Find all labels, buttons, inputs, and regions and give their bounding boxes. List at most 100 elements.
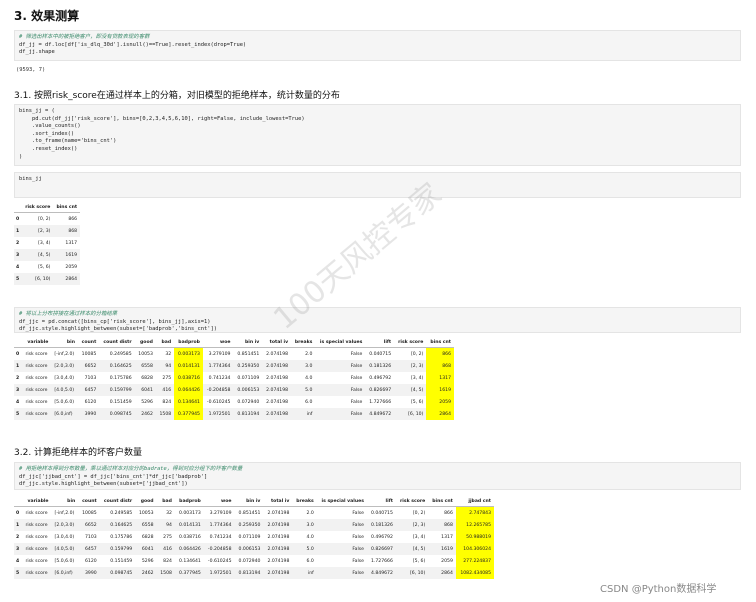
table-cell: 0.151459 xyxy=(110,558,133,564)
table-cell: 0.040715 xyxy=(369,351,392,357)
row-index: 3 xyxy=(14,384,23,396)
column-header: breaks xyxy=(291,338,316,348)
row-index: 1 xyxy=(14,360,23,372)
code-editor[interactable]: bins_jj xyxy=(15,173,740,187)
code-cell-filter[interactable]: # 筛选出样本中的被拒绝客户，即没有贷款表现的客群 df_jj = df.loc… xyxy=(14,30,741,61)
table-cell: 0.098745 xyxy=(99,408,135,420)
table-cell: 6120 xyxy=(84,399,97,405)
table-header-row: variable bin count count distr good bad badpro… xyxy=(14,497,494,507)
table-cell: 416 xyxy=(156,543,175,555)
table-cell: 2.074198 xyxy=(267,534,290,540)
table-cell: 824 xyxy=(162,399,172,405)
code-cell-jjbad[interactable]: # 用拒绝样本得到分布数量，乘以通过样本对应分的badrate，得到对应分组下的… xyxy=(14,462,741,490)
table-cell: False xyxy=(350,351,363,357)
table-cell: 2864 xyxy=(53,273,81,285)
table-cell: 868 xyxy=(53,225,81,237)
table-cell: risk score xyxy=(22,384,52,396)
table-cell: 6457 xyxy=(78,384,100,396)
table-cell: -0.204858 xyxy=(203,543,235,555)
code-editor[interactable]: bins_jj = ( pd.cut(df_jj['risk_score'], … xyxy=(15,105,740,164)
highlighted-cell: 0.014131 xyxy=(174,360,203,372)
table-cell: 4.0 xyxy=(306,534,314,540)
table-cell: 10085 xyxy=(81,351,97,357)
table-cell: 2.0 xyxy=(305,351,313,357)
column-header: risk score xyxy=(395,497,429,507)
table-cell: [3.0,4.0) xyxy=(54,375,75,381)
highlighted-cell: 2.747843 xyxy=(455,506,494,519)
highlighted-cell: 0.064426 xyxy=(174,384,203,396)
table-cell: 1.972501 xyxy=(202,408,234,420)
table-cell: 2.074198 xyxy=(266,351,289,357)
row-index: 2 xyxy=(16,534,20,540)
highlighted-cell: 12.265785 xyxy=(455,519,494,531)
table-cell: 2462 xyxy=(134,408,156,420)
table-cell: risk score xyxy=(25,534,48,540)
table-cell: risk score xyxy=(25,375,48,381)
highlighted-cell: 1619 xyxy=(426,384,454,396)
code-cell-concat[interactable]: # 将以上分布拼接在通过样本的分箱结果 df_jjc = pd.concat([… xyxy=(14,307,741,333)
jjbad-output-table: variable bin count count distr good bad badpro… xyxy=(14,497,494,579)
table-cell: 275 xyxy=(163,534,172,540)
table-cell: 824 xyxy=(163,558,172,564)
table-cell: [5, 6) xyxy=(412,558,426,564)
highlighted-cell: 866 xyxy=(426,347,454,360)
table-cell: 3.0 xyxy=(292,519,317,531)
table-row: 2 risk score [3.0,4.0) 7103 0.175786 6828 275 0… xyxy=(14,531,494,543)
table-cell: 0.851451 xyxy=(238,510,261,516)
code-cell-show-bins[interactable]: bins_jj xyxy=(14,172,741,198)
table-cell: risk score xyxy=(22,543,52,555)
table-cell: 0.164625 xyxy=(99,519,136,531)
table-cell: 6.0 xyxy=(305,399,313,405)
table-cell: [5.0,6.0) xyxy=(54,399,75,405)
table-cell: 1317 xyxy=(65,240,78,246)
table-cell: 0.377945 xyxy=(174,567,204,579)
table-cell: 0.181326 xyxy=(366,519,396,531)
table-cell: 0.249585 xyxy=(110,510,133,516)
column-header: is special values xyxy=(315,338,366,348)
table-cell: [-inf,2.0) xyxy=(54,510,75,516)
code-cell-bins[interactable]: bins_jj = ( pd.cut(df_jj['risk_score'], … xyxy=(14,104,741,166)
bins-output-table: risk score bins cnt 0 [0, 2) 866 1 [2, 3) 868 2… xyxy=(14,203,81,285)
table-cell: 0.006153 xyxy=(234,543,264,555)
table-cell: [6, 10) xyxy=(394,408,427,420)
code-editor[interactable]: # 筛选出样本中的被拒绝客户，即没有贷款表现的客群 df_jj = df.loc… xyxy=(15,31,740,60)
table-cell: risk score xyxy=(22,408,52,420)
table-cell: False xyxy=(350,375,363,381)
table-cell: [3, 4) xyxy=(412,534,426,540)
code-line: bins_jj xyxy=(19,176,42,182)
table-cell: 0.003173 xyxy=(178,510,201,516)
table-cell: [3.0,4.0) xyxy=(54,534,75,540)
code-editor[interactable]: # 用拒绝样本得到分布数量，乘以通过样本对应分的badrate，得到对应分组下的… xyxy=(15,463,740,492)
column-header: bin xyxy=(51,338,79,348)
table-cell: risk score xyxy=(22,519,52,531)
table-cell: 5.0 xyxy=(292,543,317,555)
table-cell: inf xyxy=(292,567,317,579)
table-cell: 2059 xyxy=(65,264,78,270)
highlighted-cell: 1317 xyxy=(426,372,454,384)
column-header: woe xyxy=(202,338,234,348)
table-cell: [4.0,5.0) xyxy=(51,543,79,555)
table-cell: risk score xyxy=(25,399,48,405)
column-header: badprob xyxy=(174,338,203,348)
column-header: count distr xyxy=(99,497,136,507)
table-cell: 2.074198 xyxy=(266,375,289,381)
highlighted-cell: 1082.434085 xyxy=(455,567,494,579)
concat-output-table: variable bin count count distr good bad badpro… xyxy=(14,338,454,420)
table-cell: [5, 6) xyxy=(410,399,424,405)
code-editor[interactable]: # 将以上分布拼接在通过样本的分箱结果 df_jjc = pd.concat([… xyxy=(15,308,740,337)
table-cell: 0.851451 xyxy=(237,351,260,357)
table-cell: 0.175786 xyxy=(109,375,132,381)
table-cell: 0.014131 xyxy=(174,519,204,531)
table-cell: 0.249585 xyxy=(109,351,132,357)
code-line: .reset_index() xyxy=(19,145,78,152)
row-index: 2 xyxy=(16,240,20,246)
code-line: df_jjc.style.highlight_between(subset=['… xyxy=(19,481,188,488)
column-header: bin iv xyxy=(234,497,264,507)
table-row: 0 [0, 2) 866 xyxy=(14,213,80,226)
table-cell: 0.741234 xyxy=(209,534,232,540)
table-cell: 6558 xyxy=(134,360,156,372)
index-header xyxy=(14,497,23,507)
table-cell: 0.159799 xyxy=(99,384,135,396)
csdn-credit: CSDN @Python数据科学 xyxy=(600,584,717,595)
row-index: 3 xyxy=(14,249,23,261)
